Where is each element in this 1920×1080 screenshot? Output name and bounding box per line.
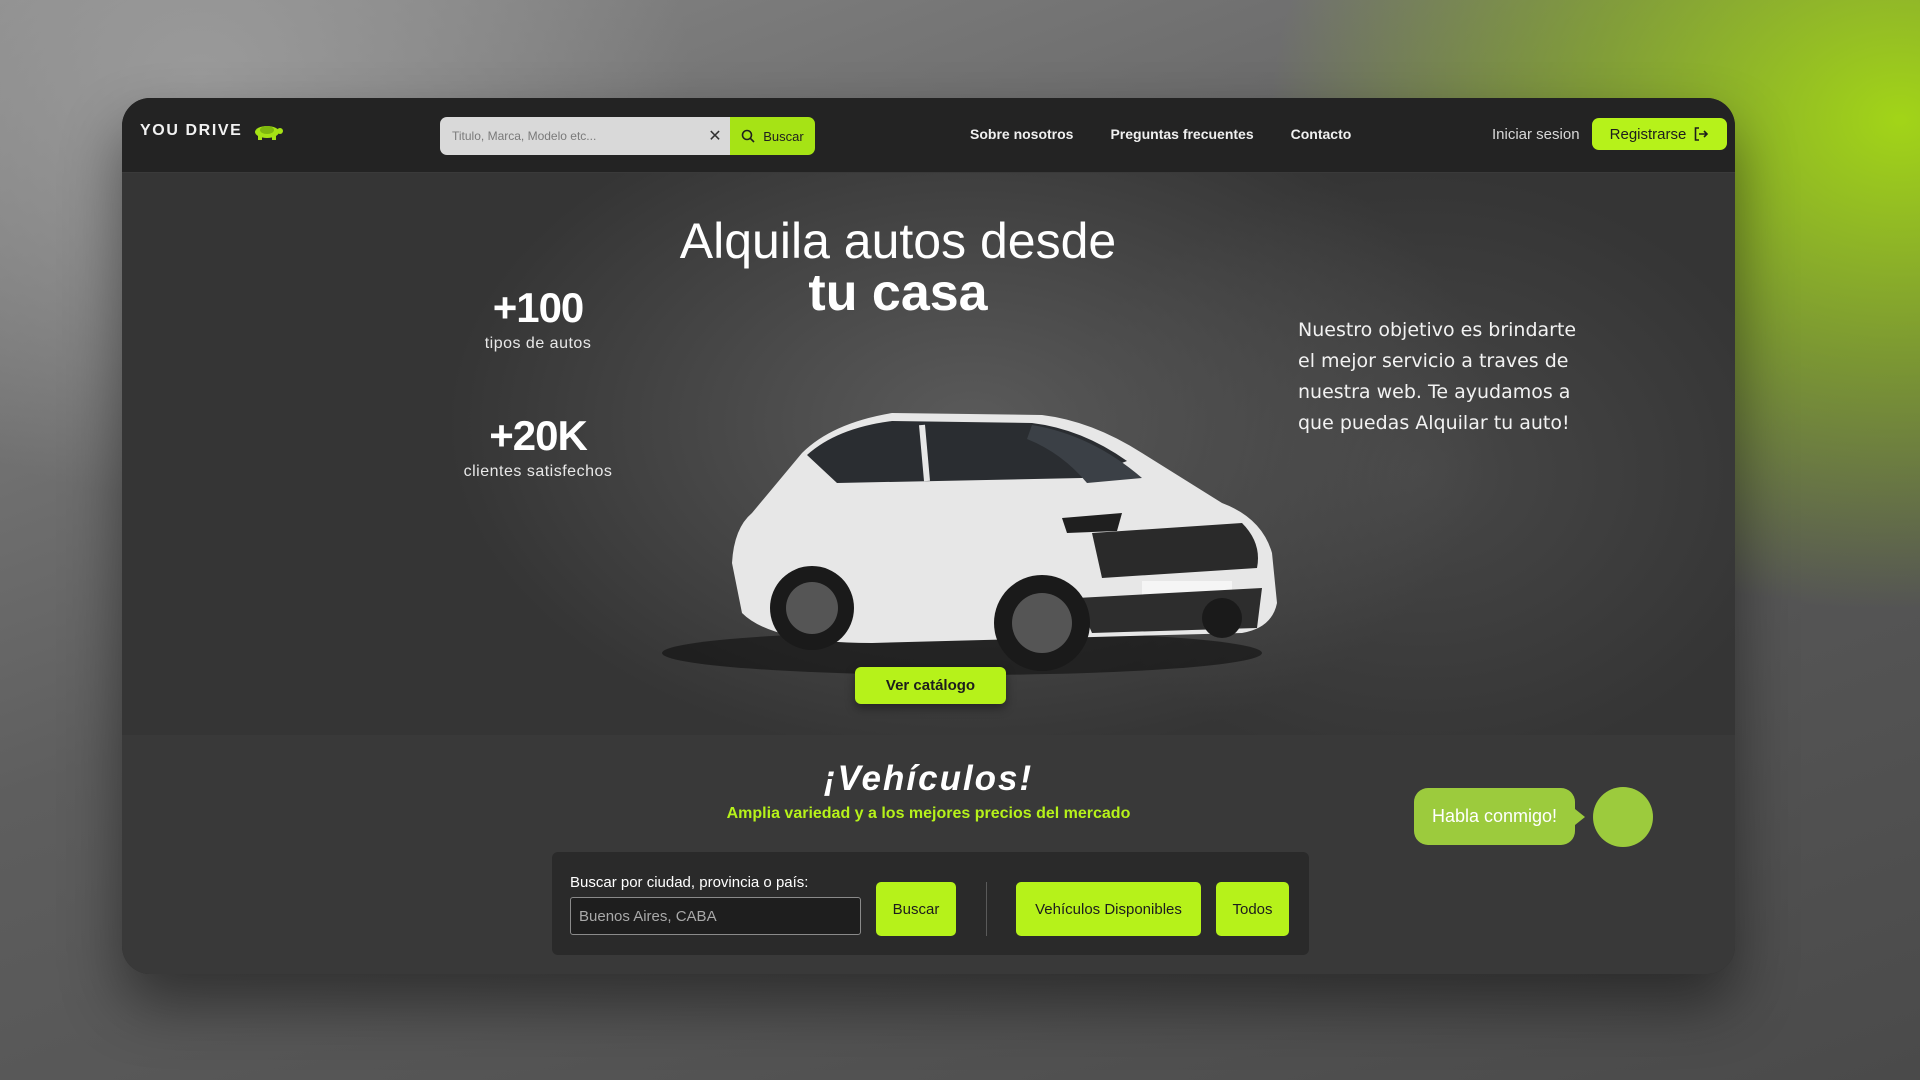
hero-description: Nuestro objetivo es brindarte el mejor s… bbox=[1298, 319, 1577, 434]
nav-link-about[interactable]: Sobre nosotros bbox=[970, 126, 1073, 142]
nav-links: Sobre nosotros Preguntas frecuentes Cont… bbox=[970, 126, 1351, 142]
stat-car-types: +100 tipos de autos bbox=[438, 285, 638, 353]
chat-bubble[interactable]: Habla conmigo! bbox=[1414, 788, 1585, 845]
nav-link-faq[interactable]: Preguntas frecuentes bbox=[1110, 126, 1253, 142]
location-filter: Buscar por ciudad, provincia o país: Bus… bbox=[552, 852, 1309, 955]
top-navbar: YOU DRIVE ✕ Buscar Sobre nosotros bbox=[122, 98, 1735, 173]
car-image bbox=[662, 413, 1277, 675]
stat-value: +20K bbox=[489, 412, 588, 459]
clear-icon[interactable]: ✕ bbox=[700, 117, 730, 155]
logo[interactable]: YOU DRIVE bbox=[140, 121, 284, 141]
vehicles-section: ¡Vehículos! Amplia variedad y a los mejo… bbox=[122, 735, 1735, 974]
search-icon bbox=[741, 129, 755, 143]
search-bar: ✕ Buscar bbox=[440, 117, 815, 155]
view-catalog-button[interactable]: Ver catálogo bbox=[855, 667, 1006, 704]
register-button[interactable]: Registrarse bbox=[1592, 118, 1727, 150]
filter-search-button[interactable]: Buscar bbox=[876, 882, 956, 936]
filter-label: Buscar por ciudad, provincia o país: bbox=[570, 874, 809, 891]
filter-divider bbox=[986, 882, 987, 936]
search-button-label: Buscar bbox=[763, 128, 804, 144]
turtle-logo-icon bbox=[255, 126, 284, 140]
stat-label: tipos de autos bbox=[484, 335, 592, 352]
login-link[interactable]: Iniciar sesion bbox=[1492, 126, 1580, 143]
hero-title-line1: Alquila autos desde bbox=[679, 213, 1117, 269]
all-vehicles-button[interactable]: Todos bbox=[1216, 882, 1289, 936]
stat-clients: +20K clientes satisfechos bbox=[438, 413, 638, 481]
search-button[interactable]: Buscar bbox=[730, 117, 815, 155]
register-label: Registrarse bbox=[1609, 125, 1687, 143]
brand-name: YOU DRIVE bbox=[140, 122, 243, 139]
stat-value: +100 bbox=[492, 284, 585, 331]
hero-title-line2: tu casa bbox=[808, 264, 988, 322]
nav-link-contact[interactable]: Contacto bbox=[1291, 126, 1352, 142]
logout-icon bbox=[1695, 127, 1709, 141]
stat-label: clientes satisfechos bbox=[463, 463, 613, 480]
search-input[interactable] bbox=[440, 117, 700, 155]
available-vehicles-button[interactable]: Vehículos Disponibles bbox=[1016, 882, 1201, 936]
location-input[interactable] bbox=[570, 897, 861, 935]
chat-avatar-icon[interactable] bbox=[1593, 787, 1653, 847]
hero-section: Alquila autos desde tu casa +100 tipos d… bbox=[122, 173, 1735, 735]
hero-title: Alquila autos desde tu casa bbox=[122, 215, 1674, 319]
